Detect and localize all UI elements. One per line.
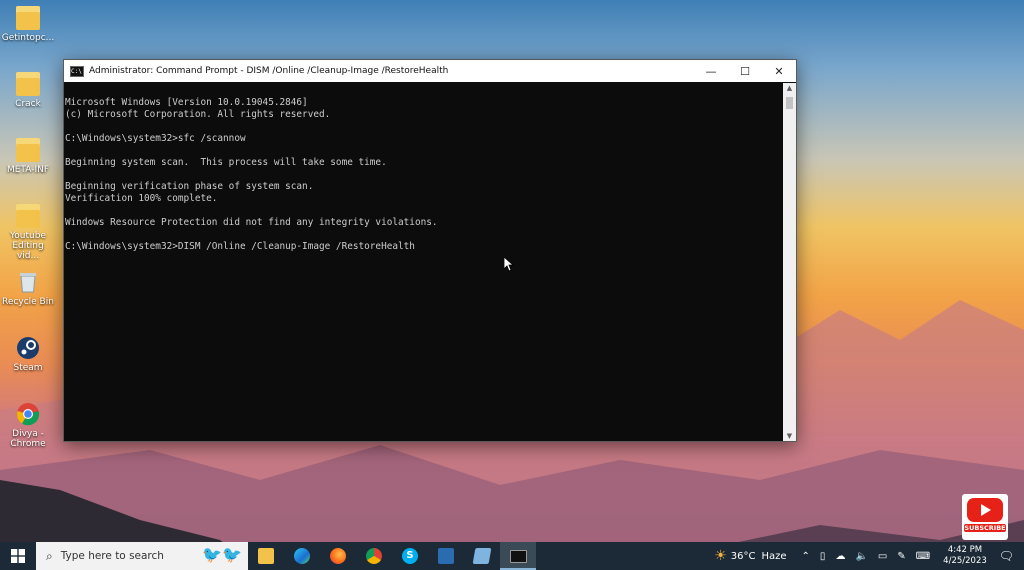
desktop-icon-getintopc[interactable]: Getintopc... bbox=[0, 6, 56, 43]
network-icon[interactable]: ▯ bbox=[820, 551, 826, 562]
edge-icon bbox=[294, 548, 310, 564]
desktop-icon-label: Youtube Editing vid... bbox=[10, 231, 46, 261]
pen-icon[interactable]: ✎ bbox=[897, 551, 905, 562]
birds-doodle-icon: 🐦🐦 bbox=[202, 545, 242, 564]
taskbar-download-tool[interactable] bbox=[428, 542, 464, 570]
window-title: Administrator: Command Prompt - DISM /On… bbox=[89, 66, 449, 76]
chevron-up-icon[interactable]: ⌃ bbox=[802, 551, 810, 562]
desktop-icon-label: Recycle Bin bbox=[2, 297, 54, 307]
skype-icon: S bbox=[402, 548, 418, 564]
file-explorer-icon bbox=[258, 548, 274, 564]
console-line: (c) Microsoft Corporation. All rights re… bbox=[65, 109, 331, 120]
taskbar-chrome[interactable] bbox=[356, 542, 392, 570]
folder-icon bbox=[16, 138, 40, 162]
steam-icon bbox=[17, 337, 39, 359]
desktop-icon-label: Crack bbox=[15, 99, 41, 109]
desktop-icon-label: Steam bbox=[13, 363, 43, 373]
subscribe-badge[interactable]: SUBSCRIBE bbox=[962, 494, 1008, 540]
firefox-icon bbox=[330, 548, 346, 564]
cloud-icon[interactable]: ☁ bbox=[835, 551, 845, 562]
folder-icon bbox=[16, 72, 40, 96]
taskbar-clock[interactable]: 4:42 PM 4/25/2023 bbox=[943, 545, 987, 567]
display-icon[interactable]: ▭ bbox=[878, 551, 887, 562]
desktop-icon-steam[interactable]: Steam bbox=[0, 336, 56, 373]
windows-logo-icon bbox=[11, 549, 25, 563]
taskbar-search-box[interactable]: ⌕ Type here to search 🐦🐦 bbox=[36, 542, 248, 570]
youtube-play-icon bbox=[967, 498, 1003, 522]
console-line: Beginning system scan. This process will… bbox=[65, 157, 387, 168]
start-button[interactable] bbox=[0, 542, 36, 570]
console-line: Microsoft Windows [Version 10.0.19045.28… bbox=[65, 97, 308, 108]
taskbar-edge[interactable] bbox=[284, 542, 320, 570]
minimize-button[interactable]: — bbox=[694, 60, 728, 82]
console-line: C:\Windows\system32>DISM /Online /Cleanu… bbox=[65, 241, 415, 252]
recycle-bin-icon bbox=[20, 273, 36, 293]
notes-icon bbox=[472, 548, 492, 564]
scrollbar-thumb[interactable] bbox=[786, 97, 793, 109]
mouse-cursor-icon bbox=[504, 257, 514, 272]
weather-haze-icon: ☀ bbox=[714, 548, 727, 564]
taskbar-notes[interactable] bbox=[464, 542, 500, 570]
desktop-icon-label: Divya - Chrome bbox=[10, 429, 46, 449]
window-titlebar[interactable]: C:\ Administrator: Command Prompt - DISM… bbox=[64, 60, 796, 82]
weather-temp[interactable]: 36°C bbox=[731, 551, 756, 562]
command-prompt-icon bbox=[509, 549, 527, 563]
desktop-icon-meta-inf[interactable]: META-INF bbox=[0, 138, 56, 175]
taskbar-command-prompt[interactable] bbox=[500, 542, 536, 570]
command-prompt-icon: C:\ bbox=[70, 65, 84, 77]
chrome-icon bbox=[366, 548, 382, 564]
console-line: Beginning verification phase of system s… bbox=[65, 181, 314, 192]
download-tool-icon bbox=[438, 548, 454, 564]
console-output[interactable]: Microsoft Windows [Version 10.0.19045.28… bbox=[64, 83, 782, 441]
search-placeholder: Type here to search bbox=[60, 550, 164, 562]
subscribe-label: SUBSCRIBE bbox=[964, 524, 1006, 532]
clock-date: 4/25/2023 bbox=[943, 556, 987, 566]
chrome-icon bbox=[16, 403, 40, 426]
console-line: C:\Windows\system32>sfc /scannow bbox=[65, 133, 246, 144]
keyboard-icon[interactable]: ⌨ bbox=[916, 551, 930, 562]
taskbar: ⌕ Type here to search 🐦🐦 S ☀ 36°C Haze ⌃… bbox=[0, 542, 1024, 570]
console-line: Verification 100% complete. bbox=[65, 193, 218, 204]
maximize-button[interactable]: ☐ bbox=[728, 60, 762, 82]
vertical-scrollbar[interactable]: ▲ ▼ bbox=[783, 83, 796, 441]
weather-condition[interactable]: Haze bbox=[761, 551, 786, 562]
desktop-icon-label: Getintopc... bbox=[1, 33, 55, 43]
scroll-up-arrow-icon[interactable]: ▲ bbox=[783, 84, 796, 92]
volume-icon[interactable]: 🔈 bbox=[855, 551, 867, 562]
desktop-icon-recycle-bin[interactable]: Recycle Bin bbox=[0, 270, 56, 307]
notifications-icon[interactable]: 🗨 bbox=[999, 549, 1014, 563]
search-icon: ⌕ bbox=[46, 548, 53, 563]
desktop-icon-crack[interactable]: Crack bbox=[0, 72, 56, 109]
taskbar-skype[interactable]: S bbox=[392, 542, 428, 570]
desktop-icon-divya-chrome[interactable]: Divya - Chrome bbox=[0, 402, 56, 449]
scroll-down-arrow-icon[interactable]: ▼ bbox=[783, 432, 796, 440]
desktop-icon-youtube-editing[interactable]: Youtube Editing vid... bbox=[0, 204, 56, 261]
close-button[interactable]: ✕ bbox=[762, 60, 796, 82]
desktop-icon-label: META-INF bbox=[6, 165, 50, 175]
folder-shortcut-icon bbox=[16, 204, 40, 228]
system-tray: ☀ 36°C Haze ⌃ ▯ ☁ 🔈 ▭ ✎ ⌨ 4:42 PM 4/25/2… bbox=[714, 542, 1024, 570]
taskbar-firefox[interactable] bbox=[320, 542, 356, 570]
clock-time: 4:42 PM bbox=[947, 545, 983, 555]
command-prompt-window[interactable]: C:\ Administrator: Command Prompt - DISM… bbox=[63, 59, 797, 442]
folder-icon bbox=[16, 6, 40, 30]
taskbar-file-explorer[interactable] bbox=[248, 542, 284, 570]
console-line: Windows Resource Protection did not find… bbox=[65, 217, 438, 228]
